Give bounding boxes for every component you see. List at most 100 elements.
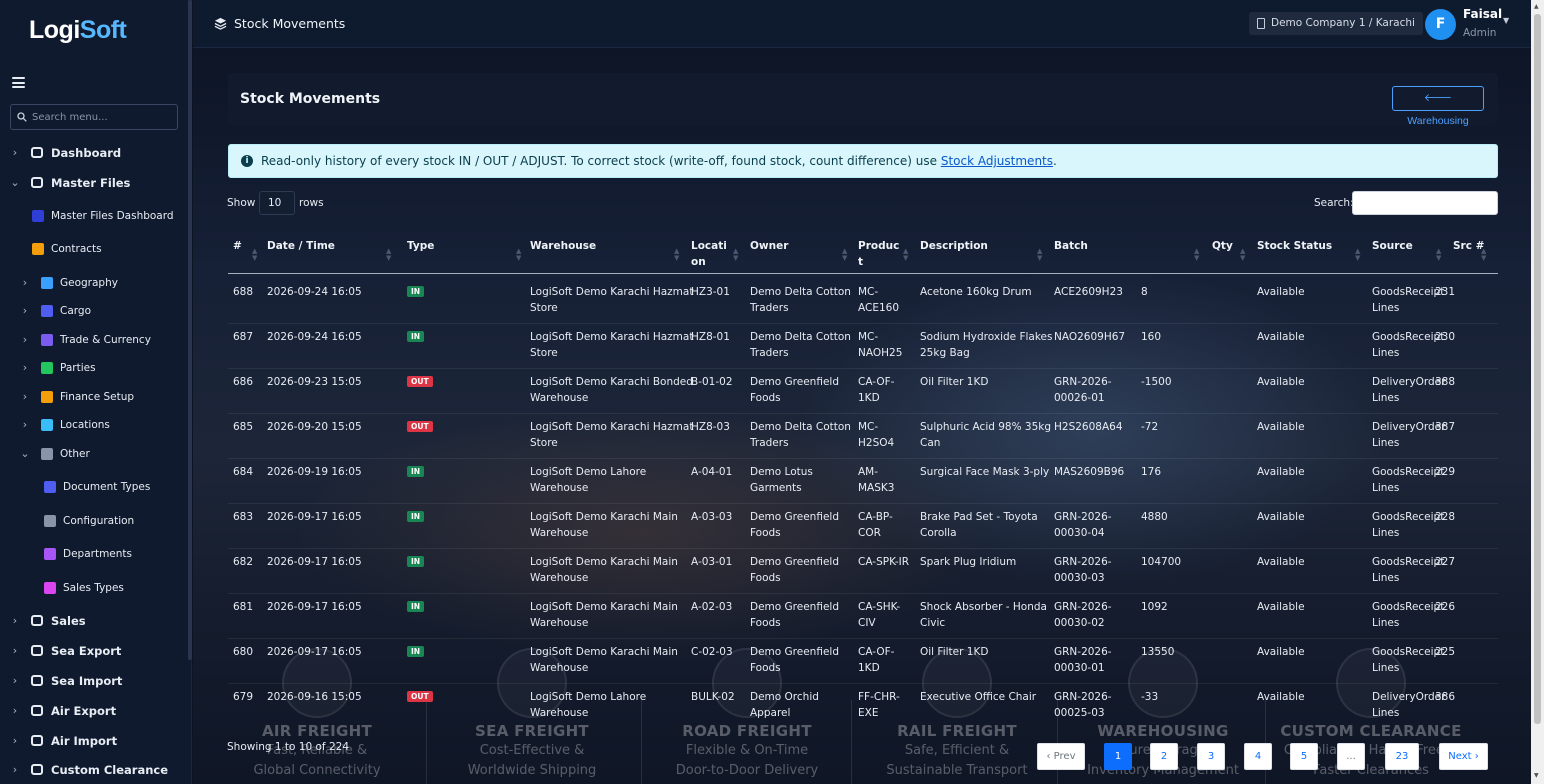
cell-location: A-02-03 bbox=[691, 601, 733, 613]
sort-icon[interactable]: ▲ ▼ bbox=[1194, 248, 1199, 262]
sidebar-item-sea-export[interactable]: › Sea Export bbox=[0, 640, 188, 662]
sidebar-item-parties[interactable]: › Parties bbox=[0, 357, 188, 379]
sidebar-item-dashboard[interactable]: › Dashboard bbox=[0, 142, 188, 164]
company-selector[interactable]: Demo Company 1 / Karachi bbox=[1249, 12, 1423, 35]
sidebar-item-master-files[interactable]: ⌄ Master Files bbox=[0, 172, 188, 194]
chevron-right-icon[interactable]: › bbox=[20, 272, 30, 294]
sidebar-search-input[interactable] bbox=[32, 111, 172, 123]
sort-icon[interactable]: ▲ ▼ bbox=[733, 248, 738, 262]
prev-page-button[interactable]: ‹ Prev bbox=[1037, 743, 1085, 770]
service-title: WAREHOUSING bbox=[1097, 722, 1229, 740]
cell-batch: MAS2609B96 bbox=[1054, 466, 1125, 478]
sidebar-item-cargo[interactable]: › Cargo bbox=[0, 300, 188, 322]
sort-icon[interactable]: ▲ ▼ bbox=[386, 248, 391, 262]
page-button[interactable]: 1 bbox=[1104, 743, 1132, 770]
sidebar-item-finance-setup[interactable]: › Finance Setup bbox=[0, 386, 188, 408]
cell-date: 2026-09-23 15:05 bbox=[267, 376, 362, 388]
chevron-right-icon[interactable]: › bbox=[10, 670, 20, 692]
app-logo[interactable]: LogiSoft bbox=[29, 16, 127, 45]
sort-icon[interactable]: ▲ ▼ bbox=[674, 248, 679, 262]
caret-down-icon[interactable]: ▼ bbox=[1503, 16, 1509, 25]
sidebar-item-other[interactable]: ⌄ Other bbox=[0, 443, 188, 465]
cell-status: Available bbox=[1257, 511, 1305, 523]
chevron-right-icon[interactable]: › bbox=[10, 610, 20, 632]
stock-adjustments-link[interactable]: Stock Adjustments bbox=[941, 154, 1053, 168]
cell-description: Sulphuric Acid 98% 35kg Can bbox=[920, 421, 1052, 449]
chevron-right-icon[interactable]: › bbox=[20, 386, 30, 408]
page-button[interactable]: 5 bbox=[1290, 743, 1318, 770]
column-header-description[interactable]: Description bbox=[920, 238, 988, 254]
sidebar-item-configuration[interactable]: Configuration bbox=[0, 510, 188, 532]
table-search-input[interactable] bbox=[1352, 191, 1498, 215]
scroll-down-icon[interactable]: ▼ bbox=[1534, 772, 1539, 779]
sidebar-item-custom-clearance[interactable]: › Custom Clearance bbox=[0, 759, 188, 781]
chevron-right-icon[interactable]: › bbox=[20, 300, 30, 322]
sort-icon[interactable]: ▲ ▼ bbox=[842, 248, 847, 262]
page-size-select[interactable]: 10 bbox=[259, 191, 295, 215]
column-header-type[interactable]: Type bbox=[407, 238, 434, 254]
sort-icon[interactable]: ▲ ▼ bbox=[252, 248, 257, 262]
chevron-down-icon[interactable]: ⌄ bbox=[20, 443, 30, 465]
chevron-right-icon[interactable]: › bbox=[10, 730, 20, 752]
sidebar-search[interactable] bbox=[10, 104, 178, 130]
sort-icon[interactable]: ▲ ▼ bbox=[1240, 248, 1245, 262]
cell-product: MC- ACE160 bbox=[858, 286, 900, 314]
back-to-warehousing-button[interactable]: 🡐 Warehousing bbox=[1392, 86, 1484, 127]
sidebar-item-label: Sales Types bbox=[63, 582, 124, 594]
chevron-right-icon[interactable]: › bbox=[20, 329, 30, 351]
column-header-date[interactable]: Date / Time bbox=[267, 238, 335, 254]
sidebar-item-air-export[interactable]: › Air Export bbox=[0, 700, 188, 722]
sidebar-item-departments[interactable]: Departments bbox=[0, 543, 188, 565]
sort-icon[interactable]: ▲ ▼ bbox=[1481, 248, 1486, 262]
column-header-location[interactable]: Locati on bbox=[691, 238, 727, 270]
chevron-right-icon[interactable]: › bbox=[10, 640, 20, 662]
page-button[interactable]: 2 bbox=[1150, 743, 1178, 770]
column-header-product[interactable]: Produc t bbox=[858, 238, 899, 270]
menu-toggle-icon[interactable] bbox=[12, 77, 25, 88]
sort-icon[interactable]: ▲ ▼ bbox=[1436, 248, 1441, 262]
page-button[interactable]: 23 bbox=[1385, 743, 1419, 770]
type-badge: IN bbox=[407, 646, 425, 657]
sort-icon[interactable]: ▲ ▼ bbox=[1355, 248, 1360, 262]
column-header-src[interactable]: Src # bbox=[1453, 238, 1484, 254]
page-button[interactable]: 4 bbox=[1244, 743, 1272, 770]
scroll-up-icon[interactable]: ▲ bbox=[1534, 3, 1539, 10]
chevron-right-icon[interactable]: › bbox=[10, 700, 20, 722]
sidebar-item-locations[interactable]: › Locations bbox=[0, 414, 188, 436]
sort-icon[interactable]: ▲ ▼ bbox=[903, 248, 908, 262]
column-header-warehouse[interactable]: Warehouse bbox=[530, 238, 596, 254]
column-header-id[interactable]: # bbox=[233, 238, 242, 254]
sort-icon[interactable]: ▲ ▼ bbox=[516, 248, 521, 262]
sidebar-item-label: Parties bbox=[60, 362, 96, 374]
page-scrollbar[interactable]: ▲ ▼ bbox=[1531, 0, 1544, 784]
sidebar-item-sales[interactable]: › Sales bbox=[0, 610, 188, 632]
sidebar-item-air-import[interactable]: › Air Import bbox=[0, 730, 188, 752]
column-header-qty[interactable]: Qty bbox=[1212, 238, 1233, 254]
next-page-button[interactable]: Next › bbox=[1439, 743, 1488, 770]
cell-warehouse: LogiSoft Demo Karachi Main Warehouse bbox=[530, 601, 678, 629]
chevron-down-icon[interactable]: ⌄ bbox=[10, 172, 20, 194]
sidebar-item-master-files-dashboard[interactable]: Master Files Dashboard bbox=[0, 205, 188, 227]
cell-batch: GRN-2026- 00030-03 bbox=[1054, 556, 1112, 584]
user-name[interactable]: Faisal bbox=[1463, 7, 1502, 21]
column-header-status[interactable]: Stock Status bbox=[1257, 238, 1332, 254]
chevron-right-icon[interactable]: › bbox=[10, 759, 20, 781]
sidebar-item-trade-currency[interactable]: › Trade & Currency bbox=[0, 329, 188, 351]
chevron-right-icon[interactable]: › bbox=[20, 414, 30, 436]
cell-batch: GRN-2026- 00030-04 bbox=[1054, 511, 1112, 539]
sidebar-item-geography[interactable]: › Geography bbox=[0, 272, 188, 294]
chevron-right-icon[interactable]: › bbox=[20, 357, 30, 379]
column-header-owner[interactable]: Owner bbox=[750, 238, 788, 254]
chevron-right-icon[interactable]: › bbox=[10, 142, 20, 164]
scrollbar-thumb[interactable] bbox=[1534, 14, 1541, 724]
sidebar-item-document-types[interactable]: Document Types bbox=[0, 476, 188, 498]
sort-icon[interactable]: ▲ ▼ bbox=[1037, 248, 1042, 262]
sidebar-item-sea-import[interactable]: › Sea Import bbox=[0, 670, 188, 692]
sidebar-item-contracts[interactable]: Contracts bbox=[0, 238, 188, 260]
avatar[interactable]: F bbox=[1425, 9, 1456, 40]
column-header-batch[interactable]: Batch bbox=[1054, 238, 1088, 254]
sidebar-item-sales-types[interactable]: Sales Types bbox=[0, 577, 188, 599]
sidebar-scrollbar[interactable] bbox=[188, 0, 192, 660]
page-button[interactable]: 3 bbox=[1197, 743, 1225, 770]
column-header-source[interactable]: Source bbox=[1372, 238, 1413, 254]
